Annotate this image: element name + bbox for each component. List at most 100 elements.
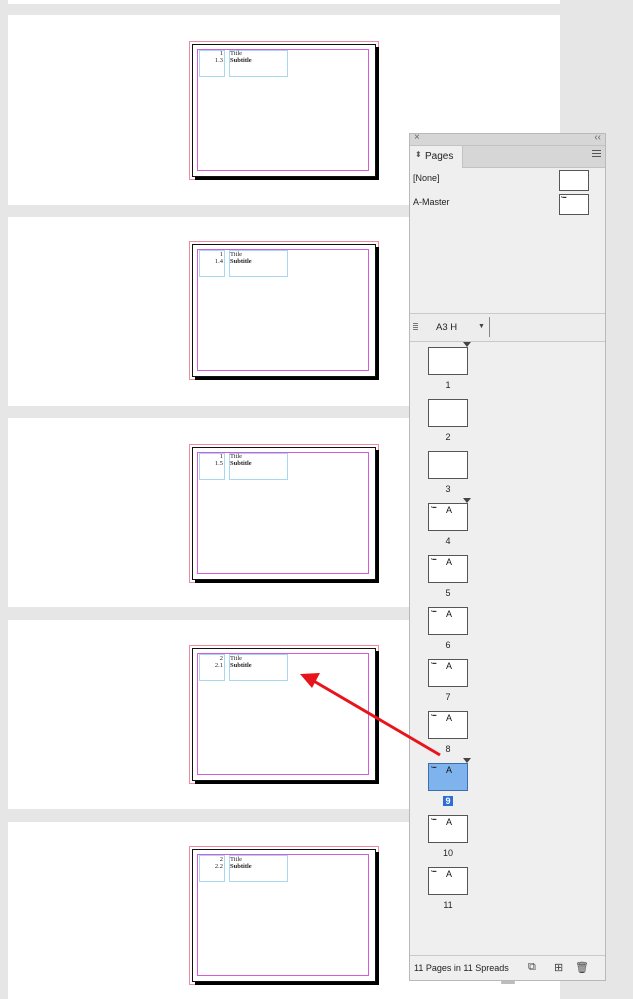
page-number-label: 4 <box>428 536 468 546</box>
panel-tab-row: ⬍ Pages <box>410 146 605 168</box>
page-thumbnail[interactable]: ▪▬ A <box>428 555 468 583</box>
master-prefix: A <box>446 817 453 827</box>
new-page-icon[interactable]: ⊞ <box>554 961 563 974</box>
page-item-2[interactable]: 2 <box>410 399 605 451</box>
page-subtitle-text: Subtitle <box>230 863 252 870</box>
page-item-4[interactable]: ▪▬ A 4 <box>410 498 605 555</box>
page-count-status: 11 Pages in 11 Spreads <box>414 963 509 973</box>
spread-marker-icon <box>463 342 471 347</box>
page-number-label: 6 <box>428 640 468 650</box>
page-number-text: 5 <box>445 588 451 598</box>
page-number-sub: 2.1 <box>214 662 223 669</box>
page-number-label: 10 <box>428 848 468 858</box>
page-thumbnail[interactable]: ▪▬ A <box>428 659 468 687</box>
separator <box>489 317 490 337</box>
spread-marker-icon <box>463 498 471 503</box>
spread-strip-top <box>8 0 560 4</box>
page-number-label: 8 <box>428 744 468 754</box>
collapse-icon[interactable]: ‹‹ <box>594 132 601 143</box>
page-item-3[interactable]: 3 <box>410 451 605 503</box>
page-number-label: 2 <box>428 432 468 442</box>
page-number-top: 2 <box>219 655 223 662</box>
page-size-select[interactable]: A3 H <box>436 322 457 333</box>
panel-title-bar[interactable]: × ‹‹ <box>410 132 605 146</box>
page-thumbnail[interactable]: ▪▬ A <box>428 711 468 739</box>
master-item-a[interactable]: A-Master ▪▬ <box>410 194 605 216</box>
page-number-text: 1 <box>445 380 451 390</box>
page-number-top: 1 <box>219 453 223 460</box>
page-number-label: 9 <box>428 796 468 806</box>
master-content-mark: ▪▬ <box>561 194 567 199</box>
master-item-none[interactable]: [None] <box>410 170 605 192</box>
master-prefix: A <box>446 765 453 775</box>
master-prefix: A <box>446 505 453 515</box>
panel-footer: 11 Pages in 11 Spreads ⧉ ⊞ 🗑 <box>410 955 605 980</box>
master-label: [None] <box>413 173 440 183</box>
page-title-text: Title <box>230 50 243 57</box>
page-thumbnail[interactable]: ▪▬ A <box>428 607 468 635</box>
page-content-mark: ▪▬ <box>431 608 437 613</box>
page-subtitle-text: Subtitle <box>230 460 252 467</box>
page-content-mark: ▪▬ <box>431 556 437 561</box>
updown-arrows-icon: ⬍ <box>415 150 422 159</box>
page-number-sub: 1.4 <box>214 258 223 265</box>
page-subtitle-text: Subtitle <box>230 662 252 669</box>
master-label: A-Master <box>413 197 450 207</box>
page-number-sub: 1.3 <box>214 57 223 64</box>
page-subtitle-text: Subtitle <box>230 258 252 265</box>
page-number-text: 11 <box>443 900 453 910</box>
page-thumbnail[interactable]: ▪▬ A <box>428 498 471 531</box>
master-prefix: A <box>446 557 453 567</box>
close-icon[interactable]: × <box>414 132 420 143</box>
resize-handle[interactable] <box>501 981 515 984</box>
page-content-mark: ▪▬ <box>431 764 437 769</box>
page-number-text: 9 <box>443 796 453 806</box>
panel-menu-icon[interactable] <box>592 150 601 159</box>
page-number-label: 3 <box>428 484 468 494</box>
page-number-sub: 2.2 <box>214 863 223 870</box>
page-number-sub: 1.5 <box>214 460 223 467</box>
page-content-mark: ▪▬ <box>431 660 437 665</box>
page-number-text: 6 <box>445 640 451 650</box>
page-number-label: 5 <box>428 588 468 598</box>
trash-icon[interactable]: 🗑 <box>575 961 589 974</box>
grip-icon[interactable] <box>413 323 418 331</box>
panel-divider[interactable]: A3 H ▼ <box>410 313 605 342</box>
page-thumbnail[interactable] <box>428 451 468 479</box>
page-content-mark: ▪▬ <box>431 504 437 509</box>
tab-pages-label: Pages <box>425 151 454 162</box>
page-thumbnail[interactable]: ▪▬ A <box>428 758 471 791</box>
page-item-11[interactable]: ▪▬ A 11 <box>410 867 605 919</box>
page-number-text: 7 <box>445 692 451 702</box>
page-content-mark: ▪▬ <box>431 816 437 821</box>
page-item-6[interactable]: ▪▬ A 6 <box>410 607 605 659</box>
page-number-text: 10 <box>442 848 453 858</box>
master-prefix: A <box>446 713 453 723</box>
tab-pages[interactable]: ⬍ Pages <box>410 146 463 168</box>
page-number-top: 2 <box>219 856 223 863</box>
page-thumbnail[interactable] <box>428 342 471 375</box>
master-prefix: A <box>446 661 453 671</box>
page-item-8[interactable]: ▪▬ A 8 <box>410 711 605 763</box>
page-thumbnail[interactable]: ▪▬ A <box>428 867 468 895</box>
master-thumbnail[interactable]: ▪▬ <box>559 194 589 215</box>
master-thumbnail[interactable] <box>559 170 589 191</box>
page-number-text: 2 <box>445 432 451 442</box>
page-number-label: 7 <box>428 692 468 702</box>
page-item-10[interactable]: ▪▬ A 10 <box>410 815 605 867</box>
spread-marker-icon <box>463 758 471 763</box>
page-content-mark: ▪▬ <box>431 712 437 717</box>
page-title-text: Title <box>230 655 243 662</box>
page-thumbnail[interactable]: ▪▬ A <box>428 815 468 843</box>
page-content-mark: ▪▬ <box>431 868 437 873</box>
page-number-label: 1 <box>428 380 468 390</box>
page-thumbnail[interactable] <box>428 399 468 427</box>
page-number-top: 1 <box>219 50 223 57</box>
page-item-9[interactable]: ▪▬ A 9 <box>410 758 605 815</box>
chevron-down-icon[interactable]: ▼ <box>478 323 485 330</box>
edit-page-size-icon[interactable]: ⧉ <box>528 961 536 974</box>
page-title-text: Title <box>230 453 243 460</box>
page-item-5[interactable]: ▪▬ A 5 <box>410 555 605 607</box>
page-item-1[interactable]: 1 <box>410 342 605 399</box>
page-item-7[interactable]: ▪▬ A 7 <box>410 659 605 711</box>
